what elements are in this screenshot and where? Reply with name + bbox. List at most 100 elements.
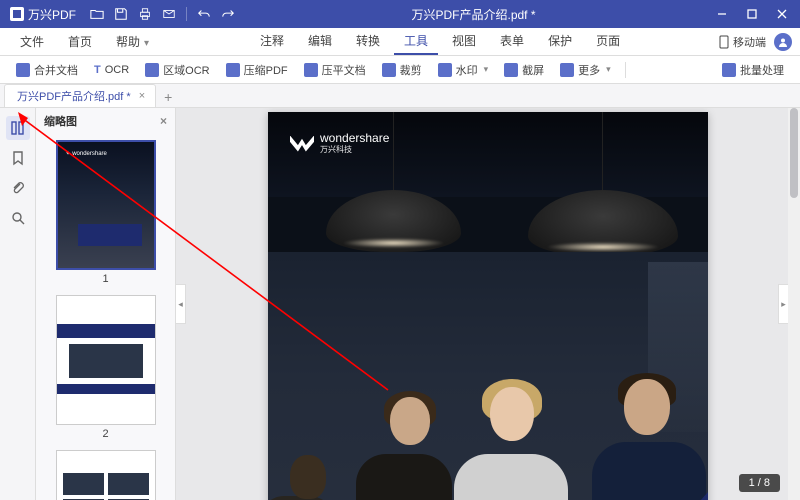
redo-button[interactable] xyxy=(217,3,239,25)
ribbon-tabs: 注释 编辑 转换 工具 视图 表单 保护 页面 xyxy=(161,28,719,55)
print-button[interactable] xyxy=(134,3,156,25)
tool-more[interactable]: 更多▾ xyxy=(554,60,617,80)
scrollbar-vertical[interactable] xyxy=(788,108,800,500)
tool-screenshot[interactable]: 截屏 xyxy=(498,60,550,80)
thumbnail-page-2[interactable]: 2 xyxy=(56,295,156,446)
menu-right: 移动端 xyxy=(719,33,792,51)
window-controls xyxy=(708,3,796,25)
tab-page[interactable]: 页面 xyxy=(586,28,630,55)
folder-open-icon xyxy=(90,7,104,21)
sidebar-icons xyxy=(0,108,36,500)
print-icon xyxy=(138,7,152,21)
thumbnail-panel-header: 缩略图 × xyxy=(36,108,175,134)
sidebar-attachments[interactable] xyxy=(6,176,30,200)
redo-icon xyxy=(221,7,235,21)
title-bar: 万兴PDF 万兴PDF产品介绍.pdf * xyxy=(0,0,800,28)
paperclip-icon xyxy=(10,180,26,196)
close-icon xyxy=(776,8,788,20)
brand-name: wondershare xyxy=(320,132,389,144)
user-avatar[interactable] xyxy=(774,33,792,51)
save-button[interactable] xyxy=(110,3,132,25)
tab-tool[interactable]: 工具 xyxy=(394,28,438,55)
undo-button[interactable] xyxy=(193,3,215,25)
mobile-button[interactable]: 移动端 xyxy=(719,34,766,50)
tab-view[interactable]: 视图 xyxy=(442,28,486,55)
crop-icon xyxy=(382,63,396,77)
area-ocr-icon xyxy=(145,63,159,77)
collapse-left-handle[interactable]: ◂ xyxy=(176,284,186,324)
page-counter[interactable]: 1 / 8 xyxy=(739,474,780,492)
tab-convert[interactable]: 转换 xyxy=(346,28,390,55)
tool-batch[interactable]: 批量处理 xyxy=(716,60,790,80)
menu-home[interactable]: 首页 xyxy=(56,29,104,54)
mail-icon xyxy=(162,7,176,21)
save-icon xyxy=(114,7,128,21)
merge-icon xyxy=(16,63,30,77)
undo-icon xyxy=(197,7,211,21)
menu-bar: 文件 首页 帮助▾ 注释 编辑 转换 工具 视图 表单 保护 页面 移动端 xyxy=(0,28,800,56)
document-tab[interactable]: 万兴PDF产品介绍.pdf * × xyxy=(4,84,156,107)
sidebar-bookmarks[interactable] xyxy=(6,146,30,170)
collapse-right-handle[interactable]: ▸ xyxy=(778,284,788,324)
tool-ocr[interactable]: TOCR xyxy=(88,62,135,78)
app-name: 万兴PDF xyxy=(28,6,76,23)
document-tabs: 万兴PDF产品介绍.pdf * × + xyxy=(0,84,800,108)
quick-access-toolbar xyxy=(86,3,239,25)
thumbnail-list[interactable]: ✦ wondershare 1 2 xyxy=(36,134,175,500)
tab-edit[interactable]: 编辑 xyxy=(298,28,342,55)
tool-compress[interactable]: 压缩PDF xyxy=(220,60,294,80)
thumbnail-panel-close[interactable]: × xyxy=(160,114,167,128)
open-button[interactable] xyxy=(86,3,108,25)
tab-form[interactable]: 表单 xyxy=(490,28,534,55)
batch-icon xyxy=(722,63,736,77)
email-button[interactable] xyxy=(158,3,180,25)
tool-flatten[interactable]: 压平文档 xyxy=(298,60,372,80)
tab-comment[interactable]: 注释 xyxy=(250,28,294,55)
ocr-icon: T xyxy=(94,64,101,76)
compress-icon xyxy=(226,63,240,77)
thumbnail-panel: 缩略图 × ✦ wondershare 1 2 xyxy=(36,108,176,500)
search-icon xyxy=(10,210,26,226)
page-canvas: wondershare 万兴科技 制作人：TX 日期：20210617 xyxy=(268,112,708,500)
page-view[interactable]: ◂ ▸ wondershare 万兴科技 xyxy=(176,108,800,500)
maximize-icon xyxy=(746,8,758,20)
watermark-icon xyxy=(438,63,452,77)
thumbnail-panel-title: 缩略图 xyxy=(44,113,77,129)
thumbnail-page-1[interactable]: ✦ wondershare 1 xyxy=(56,140,156,291)
workspace: 缩略图 × ✦ wondershare 1 2 ◂ ▸ xyxy=(0,108,800,500)
add-tab-button[interactable]: + xyxy=(156,87,180,107)
document-tab-label: 万兴PDF产品介绍.pdf * xyxy=(17,88,131,104)
tool-watermark[interactable]: 水印▾ xyxy=(432,60,495,80)
brand-sub: 万兴科技 xyxy=(320,144,389,155)
tool-merge[interactable]: 合并文档 xyxy=(10,60,84,80)
scrollbar-thumb[interactable] xyxy=(790,108,798,198)
app-logo: 万兴PDF xyxy=(4,6,82,23)
maximize-button[interactable] xyxy=(738,3,766,25)
close-button[interactable] xyxy=(768,3,796,25)
user-icon xyxy=(778,37,788,47)
tab-protect[interactable]: 保护 xyxy=(538,28,582,55)
document-title: 万兴PDF产品介绍.pdf * xyxy=(239,6,708,23)
app-logo-icon xyxy=(10,7,24,21)
menu-file[interactable]: 文件 xyxy=(8,29,56,54)
screenshot-icon xyxy=(504,63,518,77)
sidebar-search[interactable] xyxy=(6,206,30,230)
sidebar-thumbnails[interactable] xyxy=(6,116,30,140)
minimize-button[interactable] xyxy=(708,3,736,25)
thumbnails-icon xyxy=(10,120,26,136)
brand-logo: wondershare 万兴科技 xyxy=(290,132,389,155)
more-icon xyxy=(560,63,574,77)
phone-icon xyxy=(719,35,729,49)
minimize-icon xyxy=(716,8,728,20)
wondershare-mark-icon xyxy=(290,136,314,152)
thumbnail-number: 1 xyxy=(56,270,156,291)
tool-crop[interactable]: 裁剪 xyxy=(376,60,428,80)
document-tab-close[interactable]: × xyxy=(139,90,145,102)
menu-help[interactable]: 帮助▾ xyxy=(104,29,161,54)
thumbnail-number: 2 xyxy=(56,425,156,446)
tool-bar: 合并文档 TOCR 区域OCR 压缩PDF 压平文档 裁剪 水印▾ 截屏 更多▾… xyxy=(0,56,800,84)
tool-area-ocr[interactable]: 区域OCR xyxy=(139,60,215,80)
flatten-icon xyxy=(304,63,318,77)
thumbnail-page-3[interactable] xyxy=(56,450,156,500)
bookmark-icon xyxy=(10,150,26,166)
